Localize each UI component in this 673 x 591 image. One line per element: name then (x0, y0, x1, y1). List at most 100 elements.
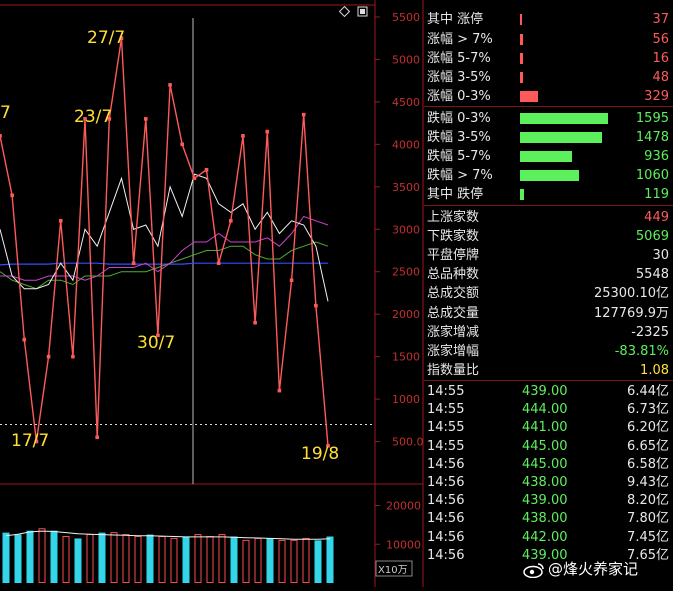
volume-bar (266, 538, 274, 583)
summary-value: -83.81% (614, 343, 669, 359)
volume-bar (206, 536, 214, 583)
summary-value: -2325 (631, 324, 669, 340)
tick-row: 14:56 438.00 9.43亿 (424, 474, 673, 492)
breadth-label: 涨幅 5-7% (427, 51, 491, 66)
volume-bar (290, 539, 298, 583)
breadth-value: 16 (652, 51, 669, 66)
breadth-bar (520, 170, 579, 181)
tick-time: 14:55 (427, 420, 465, 436)
annotation-label: 7 (0, 103, 11, 123)
breadth-row: 涨幅 > 7% 56 (424, 30, 673, 49)
volume-bar (2, 532, 10, 583)
annotation-label: 27/7 (87, 28, 125, 48)
breadth-label: 跌幅 0-3% (427, 111, 491, 126)
summary-value: 127769.9万 (593, 305, 669, 321)
tick-row: 14:55 441.00 6.20亿 (424, 419, 673, 437)
breadth-value: 48 (652, 70, 669, 85)
volume-unit-label: X10万 (378, 565, 408, 576)
summary-value: 30 (652, 248, 669, 264)
summary-row: 总品种数 5548 (424, 265, 673, 284)
breadth-value: 1060 (635, 168, 669, 183)
tick-amount: 6.44亿 (627, 384, 669, 399)
y-tick-label: 2500 (392, 266, 420, 279)
y-tick-label: 1000 (392, 393, 420, 406)
annotation-label: 23/7 (74, 107, 112, 127)
volume-bar (278, 539, 286, 583)
breadth-bar (520, 151, 572, 162)
main-line-point (253, 320, 257, 325)
summary-row: 上涨家数 449 (424, 208, 673, 227)
breadth-value: 119 (644, 187, 669, 202)
summary-value: 5548 (635, 267, 669, 283)
volume-bar (122, 534, 130, 583)
tick-row: 14:55 445.00 6.65亿 (424, 438, 673, 456)
main-line-point (10, 193, 14, 198)
volume-bar (50, 530, 58, 583)
main-line-point (204, 168, 209, 172)
tick-amount: 6.58亿 (627, 456, 669, 472)
tick-price: 445.00 (522, 438, 568, 454)
tick-price: 438.00 (522, 511, 568, 527)
breadth-value: 1595 (635, 111, 669, 126)
divider-line (424, 205, 673, 206)
tick-price: 442.00 (522, 529, 568, 545)
volume-bar (254, 537, 262, 583)
tick-time: 14:56 (427, 511, 465, 527)
breadth-row: 跌幅 3-5% 1478 (424, 128, 673, 147)
breadth-bar (520, 113, 608, 124)
volume-bar (302, 537, 310, 583)
main-line-point (192, 176, 197, 181)
volume-bar (86, 534, 94, 583)
tick-amount: 7.45亿 (627, 529, 669, 545)
divider-line (424, 106, 673, 107)
breadth-row: 其中 跌停 119 (424, 185, 673, 204)
main-line-point (314, 303, 318, 308)
tick-amount: 8.20亿 (627, 493, 669, 509)
baseline-blue (0, 262, 328, 266)
y-tick-label: 3000 (392, 223, 420, 236)
volume-bar (218, 534, 226, 583)
tick-time: 14:55 (427, 438, 465, 454)
y-tick-label: 4500 (392, 96, 420, 109)
breadth-row: 跌幅 5-7% 936 (424, 147, 673, 166)
summary-label: 指数量比 (427, 362, 480, 378)
weibo-logo-icon (523, 562, 545, 578)
breadth-bar (520, 132, 602, 143)
breadth-bar (520, 189, 525, 200)
main-line-point (131, 261, 136, 266)
breadth-label: 其中 涨停 (427, 12, 484, 27)
market-stats-panel: 其中 涨停 37 涨幅 > 7% 56 涨幅 5-7% 16 涨幅 3-5% 48 涨幅 0-3… (424, 0, 673, 587)
main-line-point (22, 337, 27, 342)
summary-value: 449 (644, 210, 669, 225)
summary-label: 总成交额 (427, 286, 480, 302)
summary-label: 平盘停牌 (427, 248, 480, 264)
divider-line (424, 380, 673, 381)
volume-bar (74, 538, 82, 583)
tick-price: 439.00 (522, 384, 568, 399)
summary-value: 25300.10亿 (593, 286, 669, 302)
summary-label: 总品种数 (427, 267, 480, 283)
tick-time: 14:56 (427, 475, 465, 490)
watermark-text: @烽火养家记 (548, 560, 639, 578)
volume-bar (314, 540, 322, 583)
volume-bar (242, 539, 250, 583)
watermark: @烽火养家记 (523, 558, 638, 579)
main-line-point (277, 388, 282, 393)
main-line-point (143, 117, 148, 121)
breadth-row: 跌幅 0-3% 1595 (424, 109, 673, 128)
tick-price: 444.00 (522, 402, 568, 418)
breadth-row: 跌幅 > 7% 1060 (424, 166, 673, 185)
y-tick-label: 2000 (392, 308, 420, 321)
diamond-icon (338, 5, 351, 18)
volume-bar (170, 537, 178, 583)
volume-bar (98, 532, 106, 583)
breadth-value: 329 (644, 89, 669, 104)
summary-label: 上涨家数 (427, 210, 480, 225)
volume-bar (134, 536, 142, 583)
breadth-label: 涨幅 3-5% (427, 70, 491, 85)
volume-bar (62, 536, 70, 583)
y-tick-label: 5000 (392, 53, 420, 66)
ma-line-white (0, 173, 329, 302)
volume-bar (194, 534, 202, 583)
summary-row: 指数量比 1.08 (424, 361, 673, 380)
